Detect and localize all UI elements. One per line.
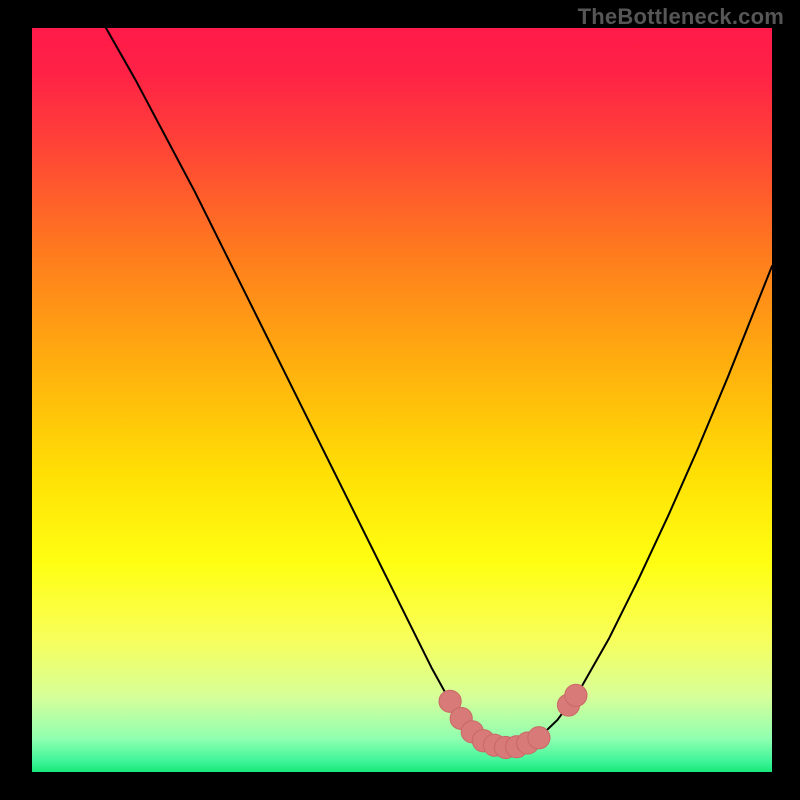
chart-frame: TheBottleneck.com [0, 0, 800, 800]
valley-marker [528, 727, 550, 749]
watermark-text: TheBottleneck.com [578, 4, 784, 30]
valley-marker [565, 684, 587, 706]
gradient-background [32, 28, 772, 772]
chart-svg [32, 28, 772, 772]
plot-area [32, 28, 772, 772]
